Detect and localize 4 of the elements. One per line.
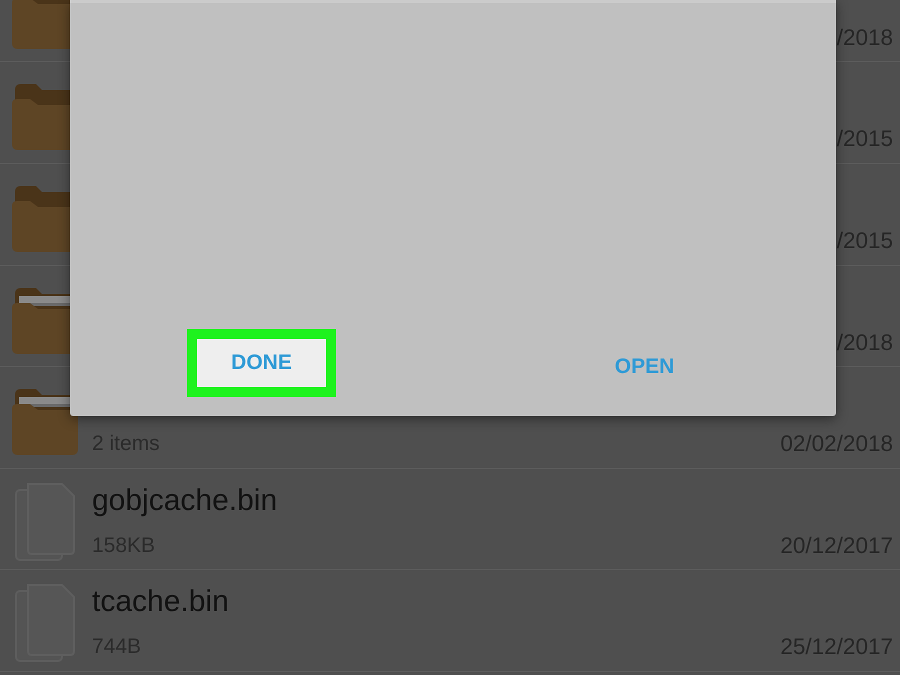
open-button[interactable]: OPEN [606,348,682,386]
done-button[interactable]: DONE [187,329,336,397]
file-name: tcache.bin [92,584,229,620]
file-name: gobjcache.bin [92,482,278,519]
